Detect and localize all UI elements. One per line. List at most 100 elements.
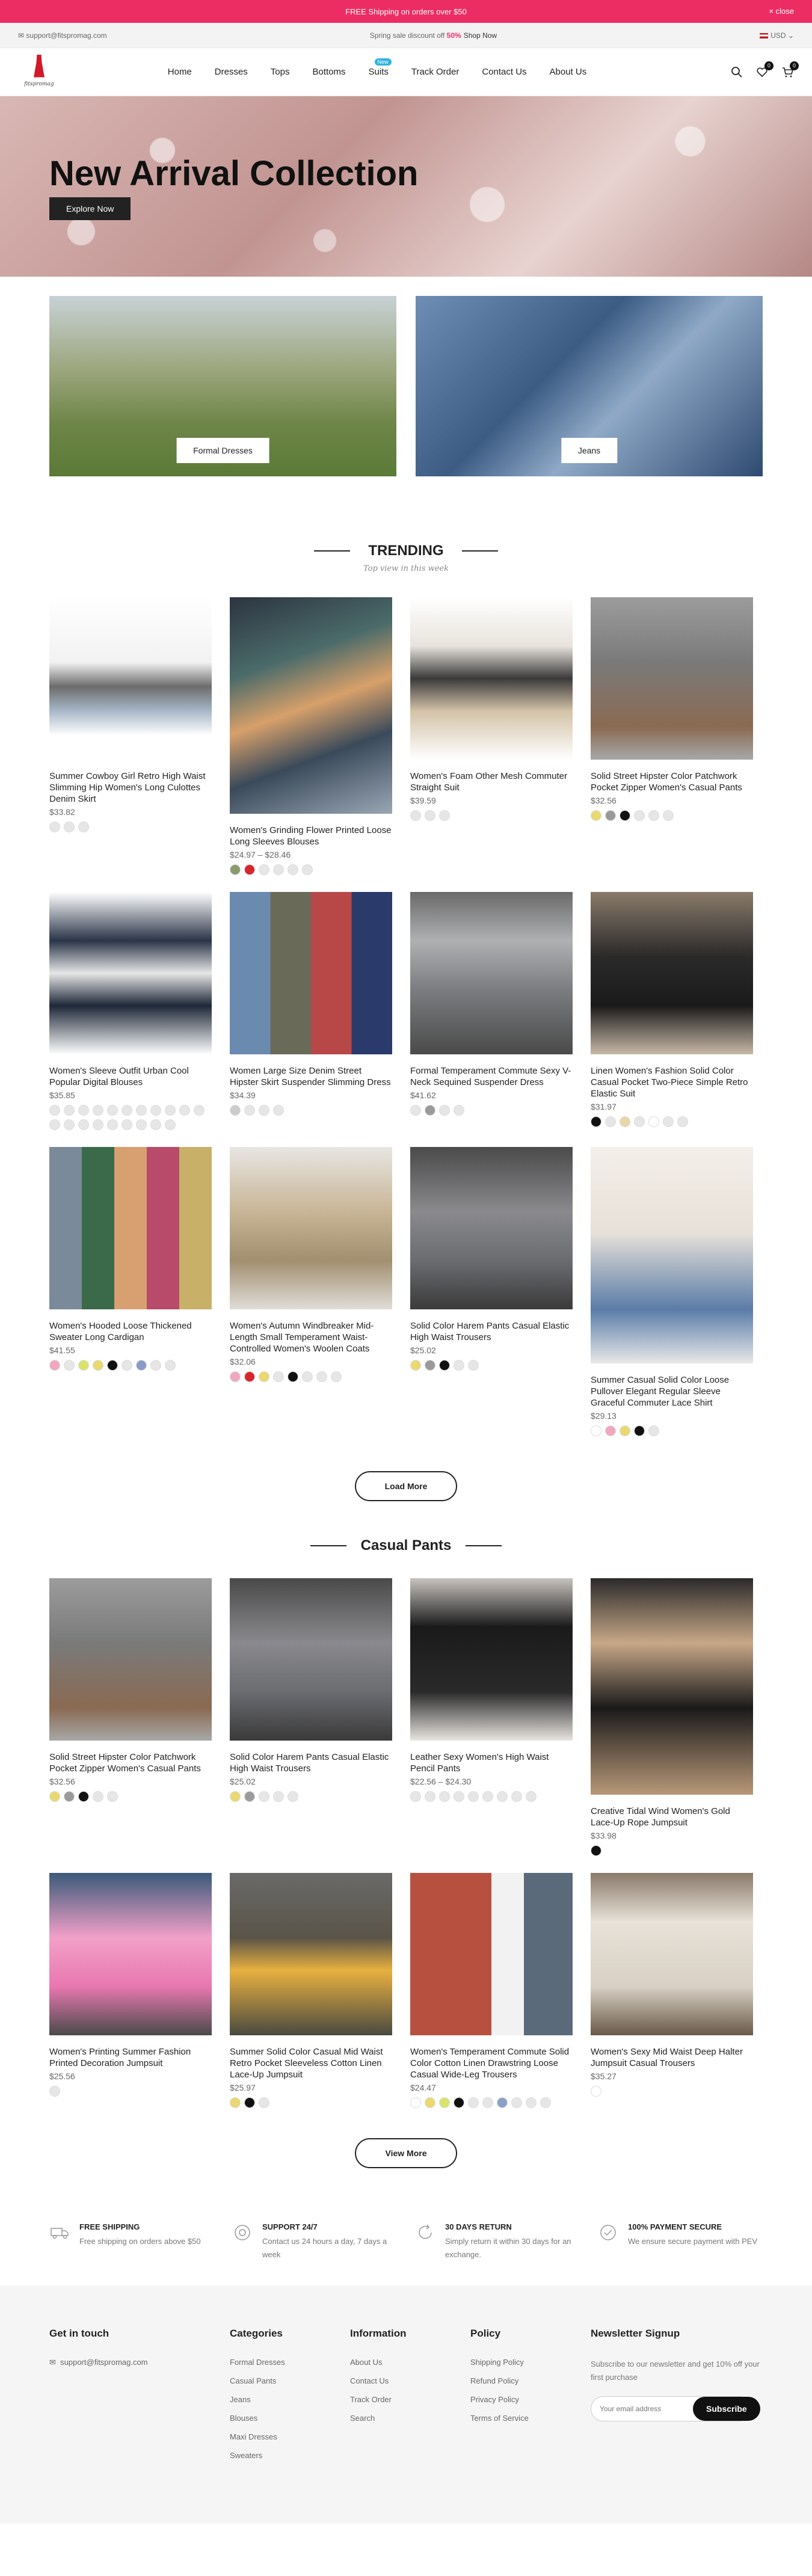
footer-link[interactable]: Formal Dresses: [230, 2358, 350, 2367]
color-swatch[interactable]: [331, 1371, 342, 1382]
product-image[interactable]: [410, 1147, 573, 1309]
footer-link[interactable]: Contact Us: [350, 2376, 470, 2385]
color-swatch[interactable]: [107, 1105, 118, 1116]
color-swatch[interactable]: [244, 1105, 255, 1116]
product-card[interactable]: Formal Temperament Commute Sexy V-Neck S…: [410, 892, 573, 1130]
footer-link[interactable]: Privacy Policy: [470, 2395, 591, 2404]
product-name[interactable]: Women's Autumn Windbreaker Mid-Length Sm…: [230, 1320, 392, 1354]
color-swatch[interactable]: [468, 1360, 479, 1371]
product-card[interactable]: Women Large Size Denim Street Hipster Sk…: [230, 892, 392, 1130]
product-name[interactable]: Solid Street Hipster Color Patchwork Poc…: [49, 1751, 212, 1774]
product-image[interactable]: [49, 1147, 212, 1309]
color-swatch[interactable]: [273, 1791, 284, 1802]
color-swatch[interactable]: [165, 1119, 176, 1130]
product-name[interactable]: Solid Color Harem Pants Casual Elastic H…: [410, 1320, 573, 1343]
color-swatch[interactable]: [591, 1425, 601, 1436]
shop-now-link[interactable]: Shop Now: [464, 31, 497, 40]
color-swatch[interactable]: [121, 1119, 132, 1130]
color-swatch[interactable]: [425, 810, 435, 821]
product-name[interactable]: Summer Casual Solid Color Loose Pullover…: [591, 1374, 753, 1409]
color-swatch[interactable]: [634, 1116, 645, 1127]
color-swatch[interactable]: [230, 2097, 241, 2108]
product-card[interactable]: Creative Tidal Wind Women's Gold Lace-Up…: [591, 1578, 753, 1856]
color-swatch[interactable]: [64, 822, 75, 832]
product-card[interactable]: Women's Printing Summer Fashion Printed …: [49, 1873, 212, 2108]
color-swatch[interactable]: [605, 810, 616, 821]
footer-link[interactable]: Terms of Service: [470, 2414, 591, 2423]
footer-link[interactable]: Shipping Policy: [470, 2358, 591, 2367]
color-swatch[interactable]: [64, 1105, 75, 1116]
product-name[interactable]: Women Large Size Denim Street Hipster Sk…: [230, 1065, 392, 1088]
product-image[interactable]: [591, 1578, 753, 1795]
footer-link[interactable]: Jeans: [230, 2395, 350, 2404]
color-swatch[interactable]: [482, 2097, 493, 2108]
close-button[interactable]: × close: [769, 7, 794, 16]
product-card[interactable]: Women's Autumn Windbreaker Mid-Length Sm…: [230, 1147, 392, 1436]
color-swatch[interactable]: [64, 1791, 75, 1802]
product-card[interactable]: Leather Sexy Women's High Waist Pencil P…: [410, 1578, 573, 1856]
color-swatch[interactable]: [591, 810, 601, 821]
color-swatch[interactable]: [259, 1791, 269, 1802]
color-swatch[interactable]: [78, 1360, 89, 1371]
color-swatch[interactable]: [64, 1119, 75, 1130]
product-card[interactable]: Summer Casual Solid Color Loose Pullover…: [591, 1147, 753, 1436]
product-card[interactable]: Solid Color Harem Pants Casual Elastic H…: [230, 1578, 392, 1856]
color-swatch[interactable]: [648, 1425, 659, 1436]
color-swatch[interactable]: [288, 864, 298, 875]
logo[interactable]: fitspromag: [18, 51, 60, 93]
color-swatch[interactable]: [49, 822, 60, 832]
color-swatch[interactable]: [194, 1105, 205, 1116]
color-swatch[interactable]: [648, 1116, 659, 1127]
color-swatch[interactable]: [410, 2097, 421, 2108]
product-card[interactable]: Women's Foam Other Mesh Commuter Straigh…: [410, 597, 573, 875]
color-swatch[interactable]: [410, 1791, 421, 1802]
color-swatch[interactable]: [259, 1371, 269, 1382]
color-swatch[interactable]: [677, 1116, 688, 1127]
product-image[interactable]: [49, 1578, 212, 1741]
color-swatch[interactable]: [244, 1791, 255, 1802]
footer-link[interactable]: Search: [350, 2414, 470, 2423]
color-swatch[interactable]: [78, 1105, 89, 1116]
color-swatch[interactable]: [511, 1791, 522, 1802]
product-name[interactable]: Solid Color Harem Pants Casual Elastic H…: [230, 1751, 392, 1774]
color-swatch[interactable]: [136, 1360, 147, 1371]
color-swatch[interactable]: [244, 1371, 255, 1382]
product-name[interactable]: Women's Printing Summer Fashion Printed …: [49, 2046, 212, 2069]
footer-link[interactable]: Blouses: [230, 2414, 350, 2423]
color-swatch[interactable]: [439, 1791, 450, 1802]
color-swatch[interactable]: [244, 2097, 255, 2108]
color-swatch[interactable]: [526, 1791, 537, 1802]
color-swatch[interactable]: [259, 2097, 269, 2108]
color-swatch[interactable]: [78, 822, 89, 832]
product-name[interactable]: Women's Grinding Flower Printed Loose Lo…: [230, 825, 392, 847]
color-swatch[interactable]: [425, 1360, 435, 1371]
color-swatch[interactable]: [230, 864, 241, 875]
product-image[interactable]: [230, 1578, 392, 1741]
nav-contact[interactable]: Contact Us: [482, 67, 526, 77]
product-image[interactable]: [410, 892, 573, 1054]
color-swatch[interactable]: [526, 2097, 537, 2108]
color-swatch[interactable]: [410, 1360, 421, 1371]
color-swatch[interactable]: [165, 1105, 176, 1116]
color-swatch[interactable]: [591, 1116, 601, 1127]
color-swatch[interactable]: [150, 1360, 161, 1371]
color-swatch[interactable]: [93, 1791, 103, 1802]
nav-about[interactable]: About Us: [550, 67, 587, 77]
color-swatch[interactable]: [439, 1105, 450, 1116]
color-swatch[interactable]: [107, 1119, 118, 1130]
product-image[interactable]: [410, 597, 573, 760]
footer-link[interactable]: Sweaters: [230, 2451, 350, 2460]
color-swatch[interactable]: [591, 1845, 601, 1856]
product-card[interactable]: Women's Sleeve Outfit Urban Cool Popular…: [49, 892, 212, 1130]
nav-dresses[interactable]: Dresses: [215, 67, 248, 77]
cart-icon[interactable]: 0: [781, 61, 799, 79]
color-swatch[interactable]: [439, 1360, 450, 1371]
color-swatch[interactable]: [663, 810, 674, 821]
color-swatch[interactable]: [107, 1360, 118, 1371]
product-card[interactable]: Women's Sexy Mid Waist Deep Halter Jumps…: [591, 1873, 753, 2108]
color-swatch[interactable]: [605, 1116, 616, 1127]
color-swatch[interactable]: [482, 1791, 493, 1802]
product-image[interactable]: [230, 1147, 392, 1309]
color-swatch[interactable]: [49, 1360, 60, 1371]
color-swatch[interactable]: [605, 1425, 616, 1436]
